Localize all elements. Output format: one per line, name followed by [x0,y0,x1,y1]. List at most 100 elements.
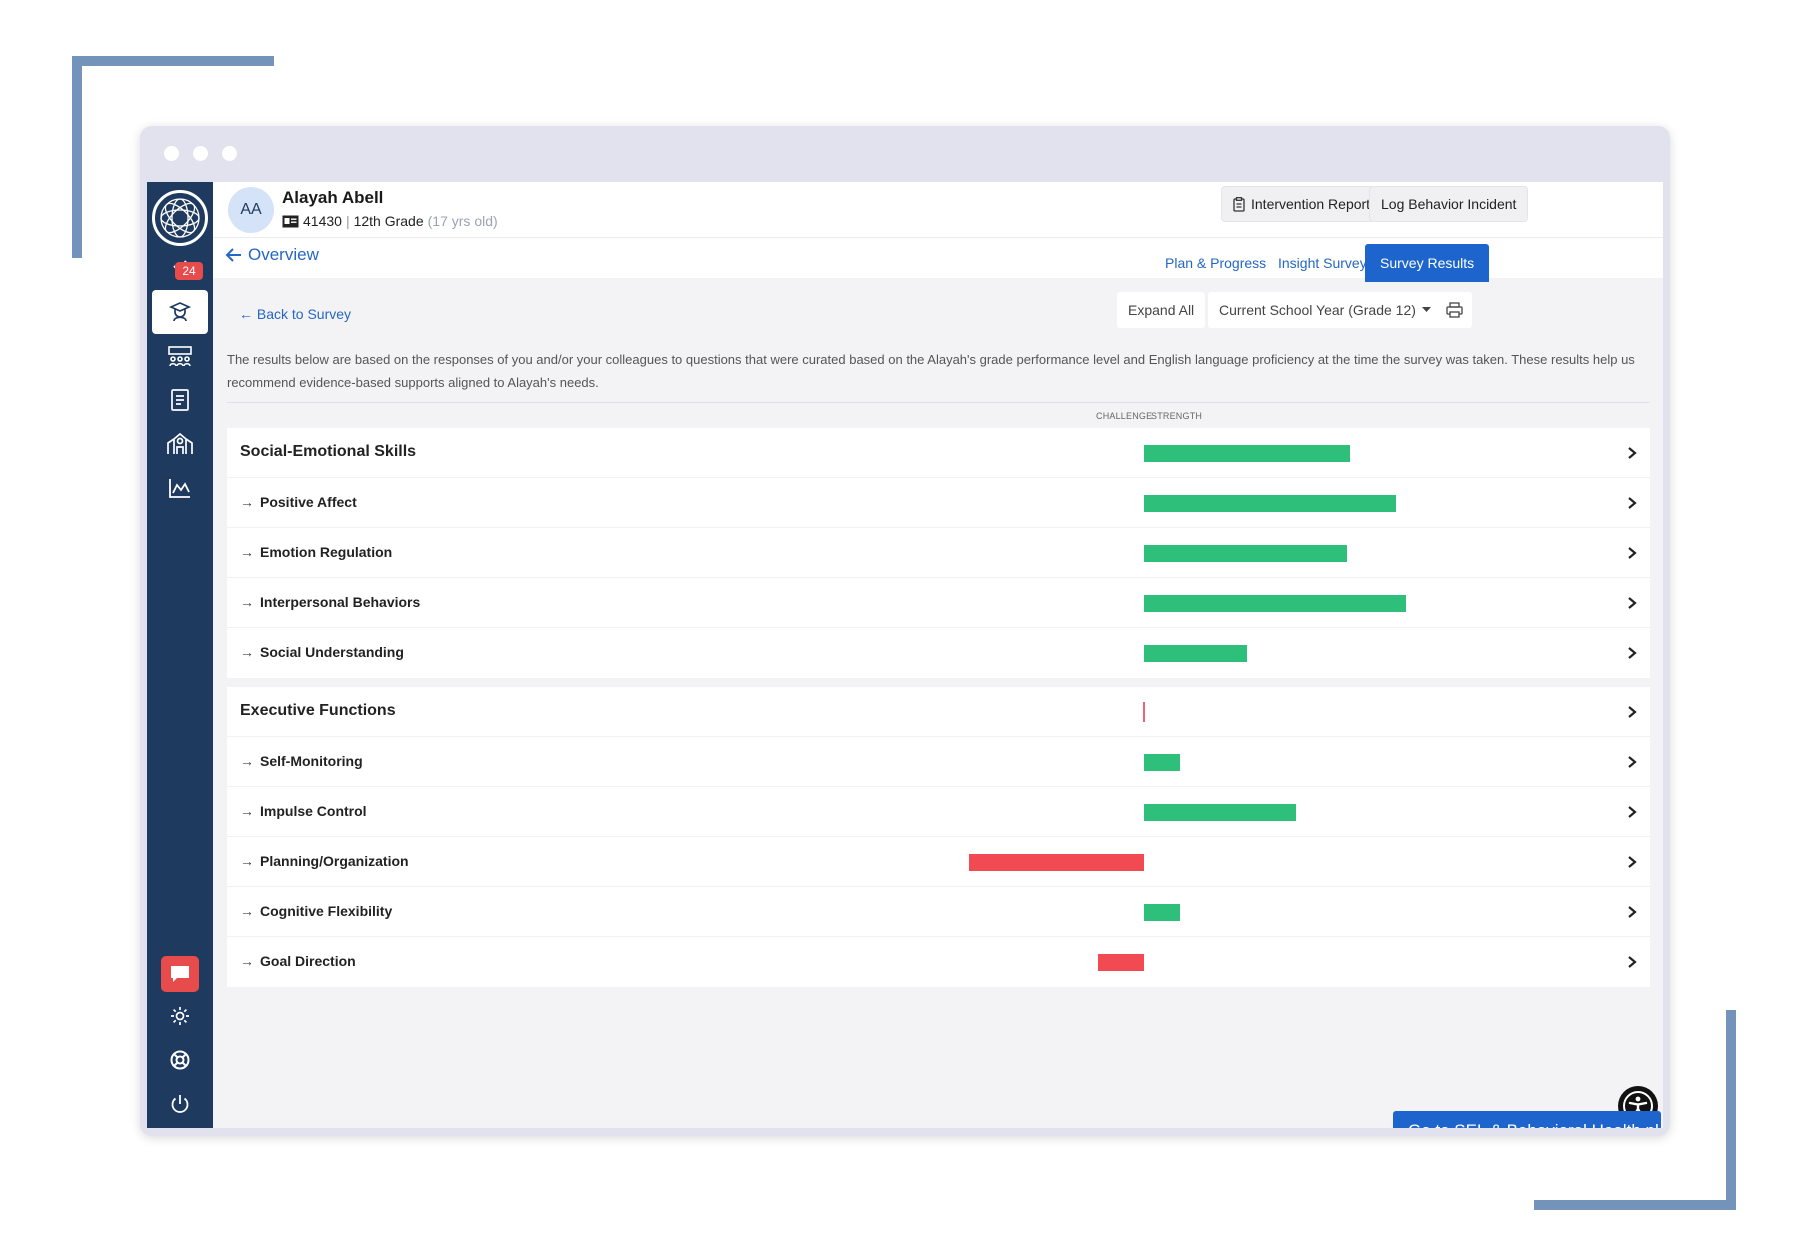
score-bar-strength [1144,545,1348,562]
arrow-right-icon: → [240,853,254,869]
student-meta: 41430 | 12th Grade (17 yrs old) [282,213,498,229]
arrow-right-icon: → [240,594,254,610]
subcategory-row-positive-affect[interactable]: → Positive Affect [227,478,1650,528]
overview-link[interactable]: Overview [225,245,319,265]
chevron-right-icon [1628,956,1637,968]
row-label-text: Goal Direction [260,953,356,969]
students-icon[interactable] [152,290,208,334]
subcategory-label: → Social Understanding [240,644,404,660]
chevron-right-icon [1628,647,1637,659]
subcategory-label: → Planning/Organization [240,853,409,869]
score-bar-neutral [1143,702,1145,722]
category-row-social-emotional-skills[interactable]: Social-Emotional Skills [227,428,1650,478]
subcategory-row-cognitive-flexibility[interactable]: → Cognitive Flexibility [227,887,1650,937]
survey-results-content: ← Back to Survey Expand All Current Scho… [213,278,1663,1128]
app: 24 AA Alayah Abell 41430 | 12th Grade (1… [147,182,1663,1128]
subcategory-row-goal-direction[interactable]: → Goal Direction [227,937,1650,987]
back-to-survey-link[interactable]: ← Back to Survey [239,306,351,322]
meta-separator: | [345,213,350,229]
row-label-text: Impulse Control [260,803,367,819]
subcategory-row-planning-organization[interactable]: → Planning/Organization [227,837,1650,887]
power-icon[interactable] [147,1082,213,1126]
analytics-icon[interactable] [147,466,213,510]
subcategory-label: → Emotion Regulation [240,544,392,560]
school-year-value: Current School Year (Grade 12) [1219,302,1416,318]
row-label-text: Cognitive Flexibility [260,903,393,919]
row-label-text: Social-Emotional Skills [240,443,417,460]
student-name: Alayah Abell [282,188,384,207]
chevron-right-icon [1628,597,1637,609]
corner-decoration [72,56,82,258]
student-id: 41430 [303,213,342,229]
row-label-text: Self-Monitoring [260,753,363,769]
chevron-right-icon [1628,706,1637,718]
sidebar: 24 [147,182,213,1128]
subcategory-label: → Self-Monitoring [240,753,363,769]
school-year-select[interactable]: Current School Year (Grade 12) [1208,292,1442,328]
corner-decoration [1534,1200,1736,1210]
printer-icon [1445,302,1463,318]
chevron-right-icon [1628,447,1637,459]
window-dot [193,146,208,161]
expand-all-button[interactable]: Expand All [1117,292,1206,328]
school-icon[interactable] [147,422,213,466]
row-label-text: Planning/Organization [260,853,409,869]
logo[interactable] [152,190,208,246]
log-behavior-incident-button[interactable]: Log Behavior Incident [1369,186,1529,222]
axis-label-challenge: CHALLENGE [1096,411,1153,421]
chevron-right-icon [1628,906,1637,918]
score-bar-strength [1144,904,1180,921]
id-card-icon [282,215,299,227]
category-label: Executive Functions [240,702,396,720]
score-bar-strength [1144,445,1350,462]
settings-icon[interactable] [147,994,213,1038]
row-label-text: Emotion Regulation [260,544,393,560]
log-behavior-label: Log Behavior Incident [1381,196,1517,212]
notification-badge: 24 [175,262,203,280]
category-row-executive-functions[interactable]: Executive Functions [227,687,1650,737]
score-bar-challenge [1097,954,1144,971]
subcategory-row-social-understanding[interactable]: → Social Understanding [227,628,1650,678]
row-label-text: Social Understanding [260,644,404,660]
chevron-right-icon [1628,547,1637,559]
arrow-right-icon: → [240,753,254,769]
tab-insight-survey[interactable]: Insight Survey [1263,244,1382,282]
subcategory-row-interpersonal-behaviors[interactable]: → Interpersonal Behaviors [227,578,1650,628]
row-label-text: Executive Functions [240,702,396,719]
student-header: AA Alayah Abell 41430 | 12th Grade (17 y… [213,182,1663,238]
caret-down-icon [1421,307,1431,312]
window-dot [222,146,237,161]
chevron-right-icon [1628,756,1637,768]
subcategory-label: → Positive Affect [240,494,357,510]
arrow-right-icon: → [240,953,254,969]
corner-decoration [1726,1010,1736,1210]
chevron-right-icon [1628,806,1637,818]
support-icon[interactable] [147,1038,213,1082]
overview-label: Overview [248,245,319,264]
arrow-right-icon: → [240,644,254,660]
go-to-plan-button[interactable]: Go to SEL & Behavioral Health plan [1393,1111,1661,1128]
results-group-executive-functions: Executive Functions → Self-Monitoring → Impu… [227,687,1650,987]
tab-plan-progress[interactable]: Plan & Progress [1150,244,1281,282]
score-bar-strength [1144,495,1396,512]
subcategory-row-emotion-regulation[interactable]: → Emotion Regulation [227,528,1650,578]
score-bar-strength [1144,595,1407,612]
subcategory-row-self-monitoring[interactable]: → Self-Monitoring [227,737,1650,787]
intervention-report-button[interactable]: Intervention Report [1221,186,1383,222]
score-bar-challenge [969,854,1144,871]
document-icon[interactable] [147,378,213,422]
tab-survey-results[interactable]: Survey Results [1365,244,1490,282]
subcategory-label: → Goal Direction [240,953,356,969]
subcategory-label: → Interpersonal Behaviors [240,594,420,610]
subcategory-row-impulse-control[interactable]: → Impulse Control [227,787,1650,837]
clipboard-icon [1233,196,1245,212]
groups-icon[interactable] [147,334,213,378]
arrow-right-icon: → [240,903,254,919]
chat-icon[interactable] [161,956,199,992]
sub-header: Overview Plan & Progress Insight Survey … [213,238,1663,282]
intro-text: The results below are based on the respo… [227,352,1635,390]
print-button[interactable] [1436,292,1472,328]
divider [227,402,1650,403]
logo-icon [160,198,200,238]
corner-decoration [72,56,274,66]
